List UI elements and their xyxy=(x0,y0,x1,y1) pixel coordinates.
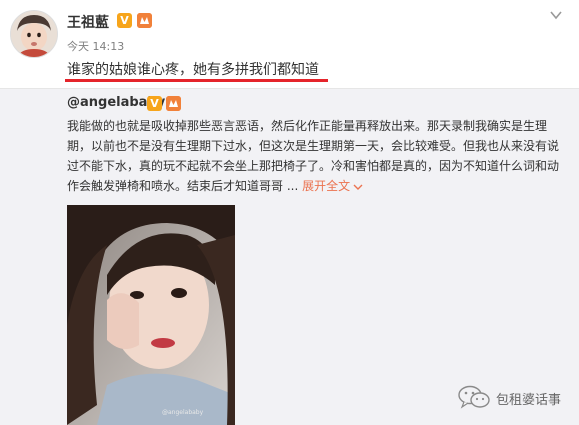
portrait-image xyxy=(67,205,235,425)
repost-photo[interactable]: @angelababy xyxy=(67,205,235,425)
wechat-icon xyxy=(458,385,490,409)
avatar-image xyxy=(11,11,57,57)
photo-credit: @angelababy xyxy=(162,409,204,416)
chevron-down-icon[interactable] xyxy=(353,183,363,191)
avatar[interactable] xyxy=(10,10,58,58)
vip-level-icon xyxy=(166,96,181,111)
weibo-post: 王祖藍 V 今天 14:13 谁家的姑娘谁心疼，她有多拼我们都知道 @angel… xyxy=(0,0,579,425)
chevron-down-icon[interactable] xyxy=(549,8,563,22)
author-name[interactable]: 王祖藍 xyxy=(67,12,109,32)
red-underline xyxy=(65,79,328,82)
repost-card: @angelababy V 我能做的也就是吸收掉那些恶言恶语，然后化作正能量再释… xyxy=(0,88,579,425)
expand-full-text-link[interactable]: 展开全文 xyxy=(302,179,350,193)
post-text: 谁家的姑娘谁心疼，她有多拼我们都知道 xyxy=(67,62,319,78)
post-timestamp[interactable]: 今天 14:13 xyxy=(67,38,124,54)
verified-v-icon: V xyxy=(117,13,132,28)
verified-v-icon: V xyxy=(147,96,162,111)
repost-text: 我能做的也就是吸收掉那些恶言恶语，然后化作正能量再释放出来。那天录制我确实是生理… xyxy=(67,116,567,196)
watermark-text: 包租婆话事 xyxy=(496,393,562,408)
vip-level-icon xyxy=(137,13,152,28)
